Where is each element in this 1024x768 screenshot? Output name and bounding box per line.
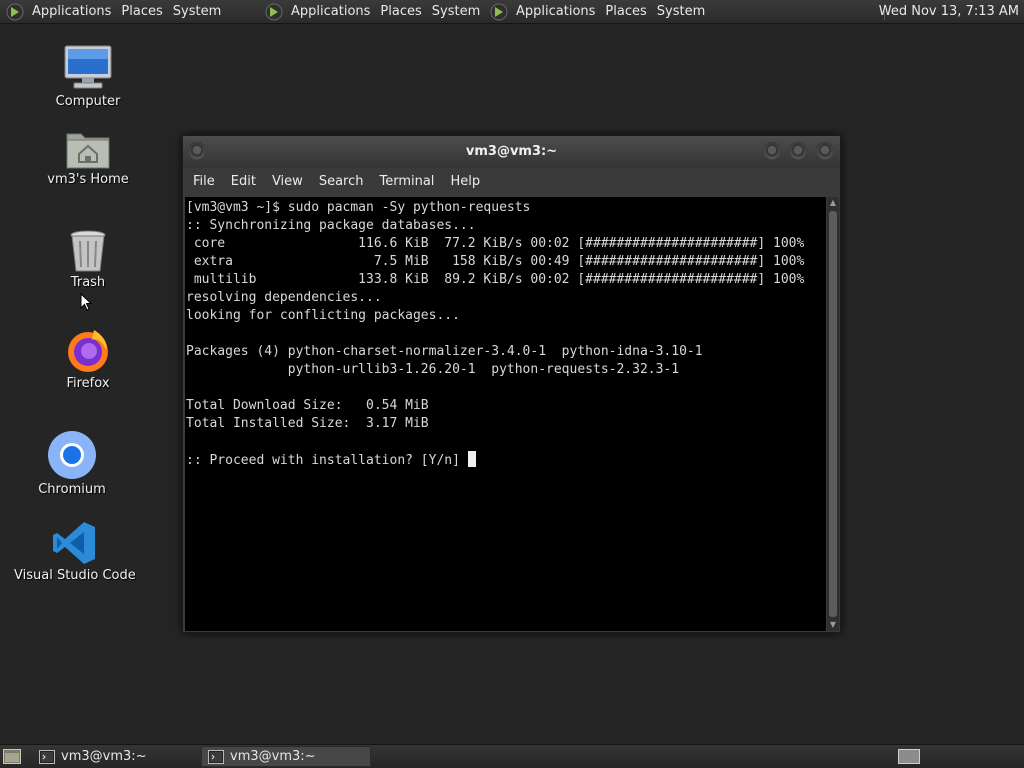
vscode-icon bbox=[53, 522, 95, 564]
terminal-scrollbar[interactable]: ▲ ▼ bbox=[827, 197, 839, 631]
terminal-line: resolving dependencies... bbox=[186, 290, 382, 305]
terminal-line: Total Download Size: 0.54 MiB bbox=[186, 398, 429, 413]
places-menu[interactable]: Places bbox=[119, 0, 170, 24]
bottom-panel: vm3@vm3:~ vm3@vm3:~ bbox=[0, 744, 1024, 768]
menu-group-2: Applications Places System bbox=[265, 0, 488, 24]
terminal-cursor bbox=[467, 451, 476, 467]
mate-logo-icon bbox=[6, 3, 24, 20]
mate-logo-icon bbox=[490, 3, 508, 20]
terminal-menubar: File Edit View Search Terminal Help bbox=[183, 168, 840, 196]
scroll-up-arrow-icon[interactable]: ▲ bbox=[827, 197, 839, 209]
terminal-line: core 116.6 KiB 77.2 KiB/s 00:02 [#######… bbox=[186, 236, 805, 251]
desktop-icon-label: Visual Studio Code bbox=[14, 568, 136, 583]
computer-icon bbox=[64, 45, 112, 89]
mouse-pointer-icon bbox=[80, 293, 92, 311]
scroll-thumb[interactable] bbox=[829, 211, 837, 617]
system-menu[interactable]: System bbox=[655, 0, 713, 24]
menu-terminal[interactable]: Terminal bbox=[371, 168, 442, 196]
terminal-icon bbox=[208, 749, 224, 764]
desktop-icon-label: vm3's Home bbox=[47, 172, 129, 187]
menu-edit[interactable]: Edit bbox=[223, 168, 264, 196]
menu-help[interactable]: Help bbox=[442, 168, 488, 196]
close-button[interactable] bbox=[816, 142, 834, 160]
menu-group-3: Applications Places System bbox=[490, 0, 713, 24]
desktop-icon-vscode[interactable]: Visual Studio Code bbox=[14, 520, 136, 583]
desktop-icon-chromium[interactable]: Chromium bbox=[36, 430, 108, 497]
taskbar-item-terminal-1[interactable]: vm3@vm3:~ bbox=[33, 746, 198, 767]
menu-group-1: Applications Places System bbox=[6, 0, 229, 24]
taskbar-item-label: vm3@vm3:~ bbox=[230, 749, 316, 764]
window-titlebar[interactable]: vm3@vm3:~ bbox=[183, 136, 840, 168]
terminal-window[interactable]: vm3@vm3:~ File Edit View Search Terminal… bbox=[182, 135, 841, 633]
home-folder-icon bbox=[66, 133, 110, 169]
terminal-line: [vm3@vm3 ~]$ sudo pacman -Sy python-requ… bbox=[186, 200, 531, 215]
desktop-icon-computer[interactable]: Computer bbox=[48, 44, 128, 109]
menu-search[interactable]: Search bbox=[311, 168, 372, 196]
window-title: vm3@vm3:~ bbox=[465, 144, 558, 159]
trash-icon bbox=[70, 230, 106, 272]
terminal-line: python-urllib3-1.26.20-1 python-requests… bbox=[186, 362, 680, 377]
applications-menu[interactable]: Applications bbox=[516, 0, 603, 24]
terminal-prompt: :: Proceed with installation? [Y/n] bbox=[186, 453, 468, 468]
show-desktop-icon[interactable] bbox=[3, 749, 21, 764]
taskbar-item-label: vm3@vm3:~ bbox=[61, 749, 147, 764]
terminal-icon bbox=[39, 749, 55, 764]
terminal-line: Packages (4) python-charset-normalizer-3… bbox=[186, 344, 703, 359]
places-menu[interactable]: Places bbox=[378, 0, 429, 24]
terminal-line: multilib 133.8 KiB 89.2 KiB/s 00:02 [###… bbox=[186, 272, 805, 287]
maximize-button[interactable] bbox=[789, 142, 807, 160]
top-panel: Applications Places System Applications … bbox=[0, 0, 1024, 24]
terminal-output[interactable]: [vm3@vm3 ~]$ sudo pacman -Sy python-requ… bbox=[185, 197, 826, 631]
terminal-text: [vm3@vm3 ~]$ sudo pacman -Sy python-requ… bbox=[185, 197, 826, 470]
terminal-line: Total Installed Size: 3.17 MiB bbox=[186, 416, 429, 431]
minimize-button[interactable] bbox=[763, 142, 781, 160]
desktop-icon-trash[interactable]: Trash bbox=[58, 229, 118, 290]
desktop-icon-label: Chromium bbox=[38, 482, 106, 497]
terminal-line: :: Synchronizing package databases... bbox=[186, 218, 476, 233]
clock[interactable]: Wed Nov 13, 7:13 AM bbox=[879, 0, 1019, 24]
terminal-line: extra 7.5 MiB 158 KiB/s 00:49 [#########… bbox=[186, 254, 805, 269]
menu-file[interactable]: File bbox=[185, 168, 223, 196]
desktop-icon-label: Firefox bbox=[66, 376, 110, 391]
desktop-icon-label: Trash bbox=[70, 275, 106, 290]
applications-menu[interactable]: Applications bbox=[291, 0, 378, 24]
places-menu[interactable]: Places bbox=[603, 0, 654, 24]
desktop-icon-home[interactable]: vm3's Home bbox=[44, 128, 132, 187]
desktop-icon-firefox[interactable]: Firefox bbox=[58, 326, 118, 391]
mate-logo-icon bbox=[265, 3, 283, 20]
system-menu[interactable]: System bbox=[171, 0, 229, 24]
chromium-icon bbox=[48, 431, 96, 479]
menu-view[interactable]: View bbox=[264, 168, 311, 196]
terminal-line: looking for conflicting packages... bbox=[186, 308, 460, 323]
applications-menu[interactable]: Applications bbox=[32, 0, 119, 24]
system-menu[interactable]: System bbox=[430, 0, 488, 24]
firefox-icon bbox=[68, 330, 108, 372]
taskbar-item-terminal-2[interactable]: vm3@vm3:~ bbox=[201, 746, 371, 767]
workspace-switcher[interactable] bbox=[898, 749, 920, 764]
desktop-icon-label: Computer bbox=[55, 94, 121, 109]
scroll-down-arrow-icon[interactable]: ▼ bbox=[827, 619, 839, 631]
